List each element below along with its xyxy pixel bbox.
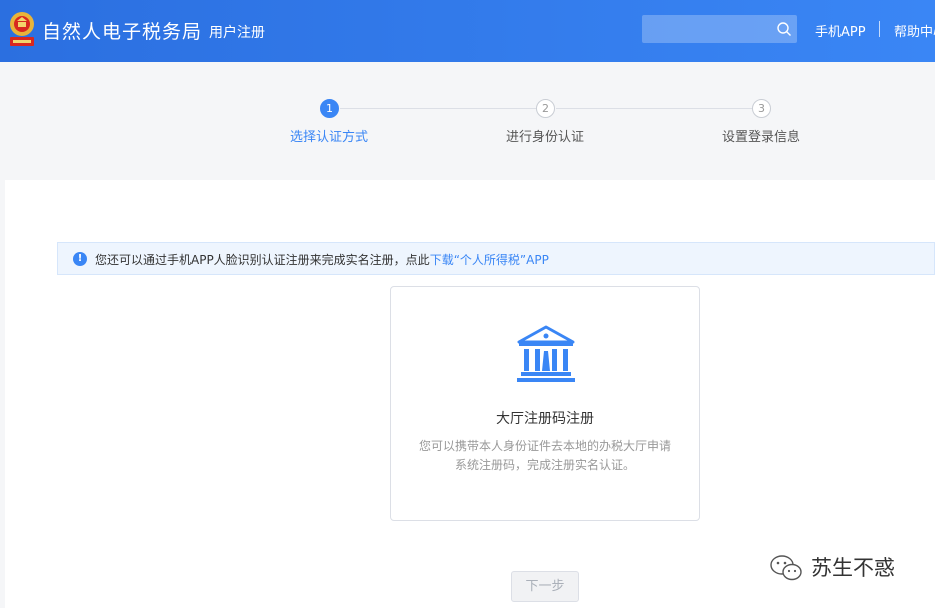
nav-help-link[interactable]: 帮助中心 bbox=[894, 21, 935, 40]
step-2-label: 进行身份认证 bbox=[505, 130, 585, 145]
wechat-icon bbox=[770, 555, 802, 581]
bank-building-icon bbox=[517, 325, 575, 382]
step-3-indicator: 3 bbox=[752, 99, 771, 118]
option-title: 大厅注册码注册 bbox=[496, 411, 594, 427]
notice-text: 您还可以通过手机APP人脸识别认证注册来完成实名注册，点此下载“个人所得税”AP… bbox=[95, 251, 549, 268]
top-header: 自然人电子税务局 用户注册 手机APP 帮助中心 bbox=[0, 0, 935, 62]
step-connector bbox=[556, 108, 752, 109]
nav-mobile-app-link[interactable]: 手机APP bbox=[815, 21, 866, 40]
info-notice: ! 您还可以通过手机APP人脸识别认证注册来完成实名注册，点此下载“个人所得税”… bbox=[57, 242, 935, 275]
option-description: 您可以携带本人身份证件去本地的办税大厅申请 系统注册码，完成注册实名认证。 bbox=[409, 437, 681, 475]
tax-emblem-icon bbox=[10, 12, 34, 46]
page-subtitle: 用户注册 bbox=[209, 25, 265, 41]
option-description-line: 系统注册码，完成注册实名认证。 bbox=[454, 458, 635, 472]
watermark-text: 苏生不惑 bbox=[811, 556, 895, 580]
step-connector bbox=[340, 108, 536, 109]
download-app-link[interactable]: 下载“个人所得税”APP bbox=[430, 253, 549, 267]
search-input[interactable] bbox=[642, 15, 797, 43]
step-3-label: 设置登录信息 bbox=[721, 130, 801, 145]
search-icon[interactable] bbox=[776, 21, 792, 37]
notice-message: 您还可以通过手机APP人脸识别认证注册来完成实名注册，点此 bbox=[95, 253, 430, 267]
nav-divider bbox=[879, 21, 880, 37]
registration-steps: 1 2 3 选择认证方式 进行身份认证 设置登录信息 bbox=[0, 62, 935, 180]
step-2-indicator: 2 bbox=[536, 99, 555, 118]
step-1-indicator: 1 bbox=[320, 99, 339, 118]
info-icon: ! bbox=[73, 252, 87, 266]
hall-registration-code-option[interactable]: 大厅注册码注册 您可以携带本人身份证件去本地的办税大厅申请 系统注册码，完成注册… bbox=[390, 286, 700, 521]
step-1-label: 选择认证方式 bbox=[289, 130, 369, 145]
next-step-button[interactable]: 下一步 bbox=[511, 571, 579, 602]
option-description-line: 您可以携带本人身份证件去本地的办税大厅申请 bbox=[418, 439, 671, 453]
app-title[interactable]: 自然人电子税务局 bbox=[42, 17, 202, 44]
